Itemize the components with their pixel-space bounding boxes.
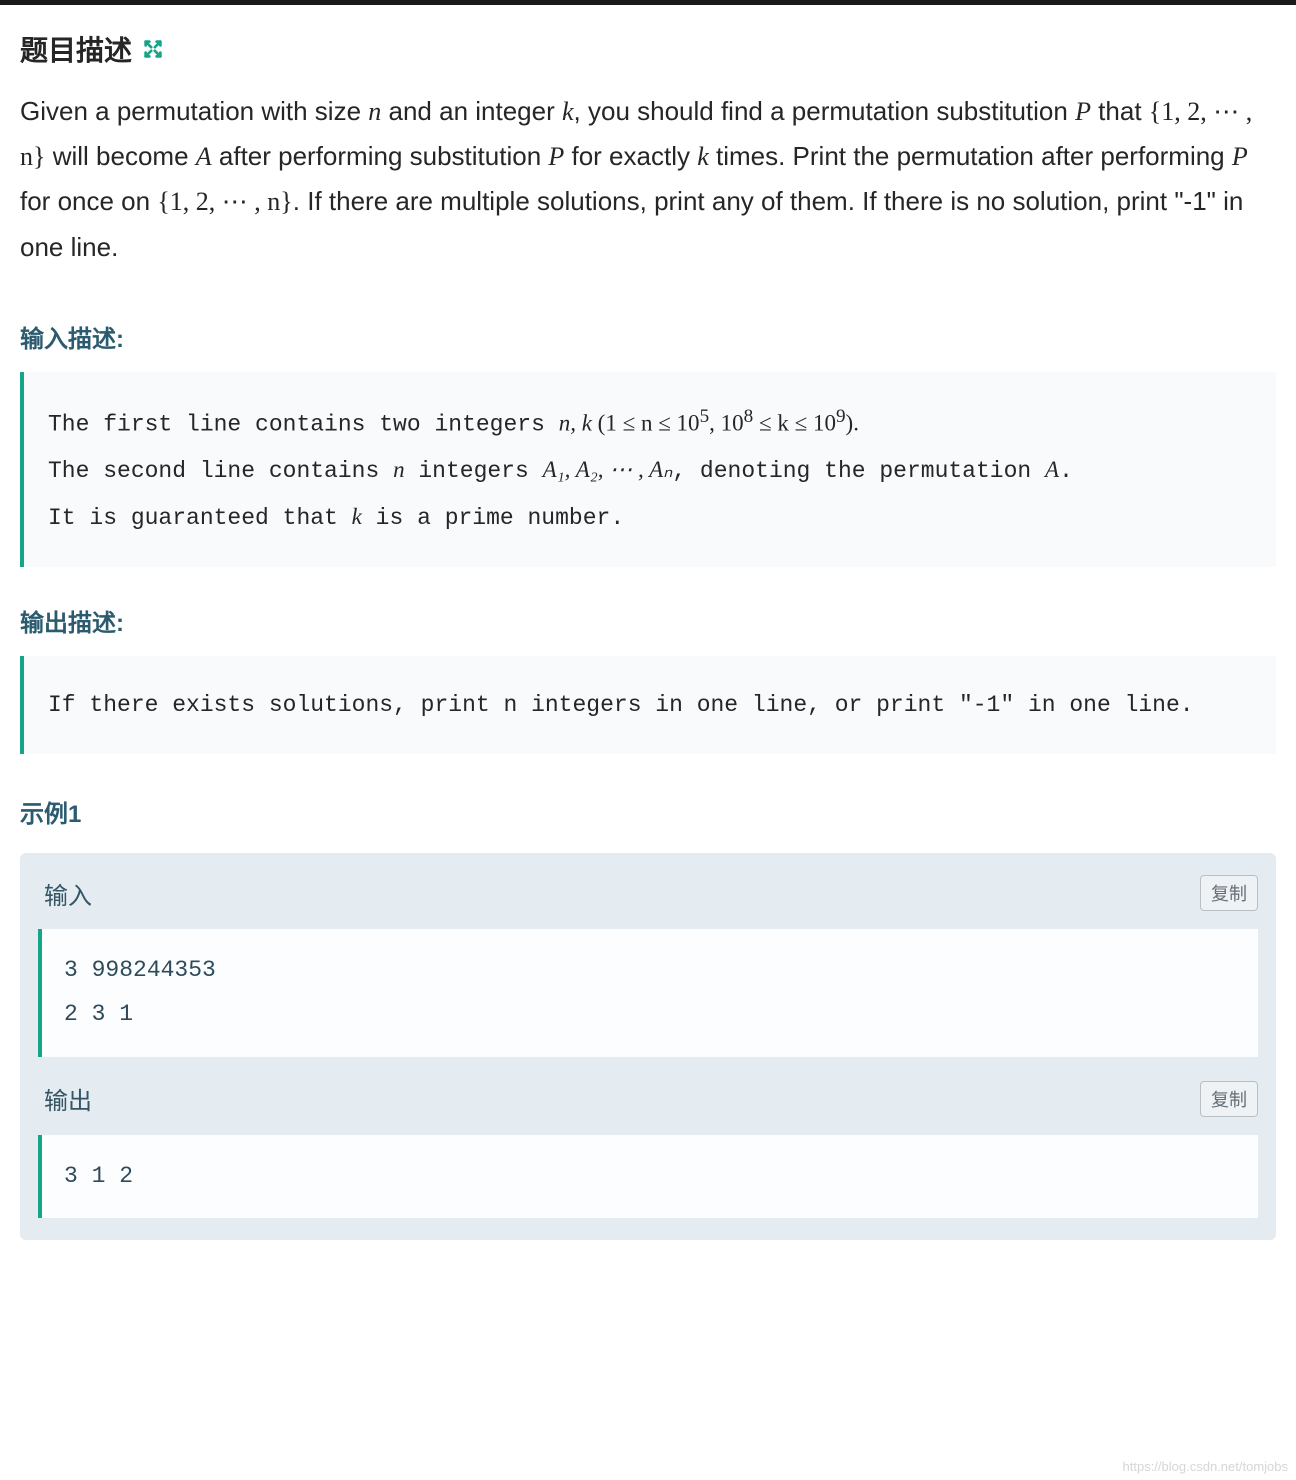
input-desc-box: The first line contains two integers n, … [20,372,1276,568]
text: , 10 [709,410,744,435]
input-desc-label: 输入描述: [20,319,1276,354]
watermark: https://blog.csdn.net/tomjobs [1123,1459,1288,1474]
output-header: 输出 复制 [38,1081,1258,1117]
math-n: n [368,97,381,126]
text: after performing substitution [212,141,549,171]
math-nk: n, k [559,410,592,435]
math-k: k [352,504,362,529]
output-desc-label: 输出描述: [20,603,1276,638]
input-desc-line: It is guaranteed that k is a prime numbe… [48,494,1252,541]
text: is a prime number. [362,505,624,531]
math-set: {1, 2, ⋯ , n} [157,187,292,216]
example-box: 输入 复制 3 998244353 2 3 1 输出 复制 3 1 2 [20,853,1276,1240]
output-label: 输出 [38,1081,92,1116]
sup: 9 [836,406,846,427]
text: will become [45,141,195,171]
output-desc-text: If there exists solutions, print n integ… [48,692,1194,718]
page-title: 题目描述 [20,29,132,69]
title-row: 题目描述 [20,29,1276,69]
text: , you should find a permutation substitu… [574,96,1076,126]
input-desc-line: The second line contains n integers A₁, … [48,447,1252,494]
math-A: A [1045,457,1059,482]
math-P: P [548,142,564,171]
example-label: 示例1 [20,794,1276,829]
copy-output-button[interactable]: 复制 [1200,1081,1258,1117]
text: The first line contains two integers [48,411,559,437]
text: . [1059,458,1073,484]
input-desc-line: The first line contains two integers n, … [48,398,1252,448]
text: that [1091,96,1149,126]
text: ≤ k ≤ 10 [753,410,836,435]
sup: 5 [700,406,710,427]
text: integers [405,458,543,484]
input-label: 输入 [38,876,92,911]
sup: 8 [744,406,754,427]
math-n: n [393,457,405,482]
problem-statement: Given a permutation with size n and an i… [20,89,1276,269]
text: Given a permutation with size [20,96,368,126]
text: (1 ≤ n ≤ 10 [592,410,700,435]
example-output-code: 3 1 2 [38,1135,1258,1219]
text: It is guaranteed that [48,505,352,531]
example-input-code: 3 998244353 2 3 1 [38,929,1258,1056]
math-k: k [697,142,709,171]
expand-icon[interactable] [142,38,164,60]
text: The second line contains [48,458,393,484]
input-header: 输入 复制 [38,875,1258,911]
text: times. Print the permutation after perfo… [709,141,1232,171]
text: and an integer [381,96,562,126]
text: for once on [20,186,157,216]
math-k: k [562,97,574,126]
math-A: A [196,142,212,171]
copy-input-button[interactable]: 复制 [1200,875,1258,911]
text: , denoting the permutation [672,458,1045,484]
math-P: P [1232,142,1248,171]
math-Aseq: A₁, A₂, ⋯ , Aₙ [543,457,673,482]
text: for exactly [564,141,697,171]
math-P: P [1075,97,1091,126]
text: ). [846,410,859,435]
problem-container: 题目描述 Given a permutation with size n and… [0,5,1296,1280]
output-desc-box: If there exists solutions, print n integ… [20,656,1276,754]
